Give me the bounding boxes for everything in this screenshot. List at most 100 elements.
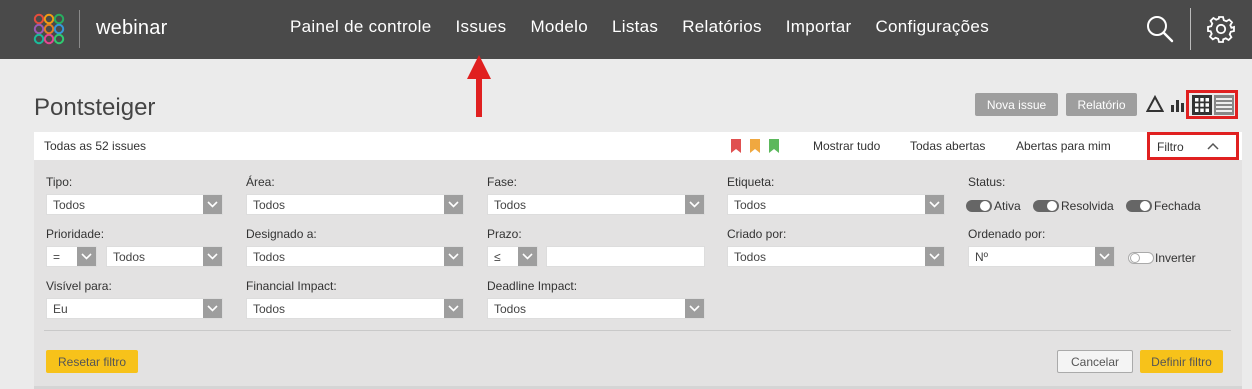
filter-header-bar: Todas as 52 issues Mostrar tudo Todas ab…	[34, 132, 1242, 160]
gear-icon[interactable]	[1206, 14, 1236, 44]
deadline-impact-select[interactable]: Todos	[487, 298, 705, 319]
new-issue-button[interactable]: Nova issue	[975, 93, 1058, 116]
financial-impact-select[interactable]: Todos	[246, 298, 464, 319]
grid-view-button[interactable]	[1192, 94, 1212, 115]
criado-value: Todos	[734, 250, 767, 264]
open-for-me-link[interactable]: Abertas para mim	[1016, 139, 1111, 153]
ordenado-select[interactable]: Nº	[968, 246, 1115, 267]
prazo-label: Prazo:	[487, 227, 522, 241]
area-value: Todos	[253, 198, 286, 212]
visivel-select[interactable]: Eu	[46, 298, 223, 319]
status-ativa-label: Ativa	[994, 199, 1021, 213]
etiqueta-select[interactable]: Todos	[727, 194, 945, 215]
visivel-label: Visível para:	[46, 279, 112, 293]
search-icon[interactable]	[1145, 14, 1175, 44]
tipo-select[interactable]: Todos	[46, 194, 223, 215]
annotation-arrow-icon	[467, 55, 491, 117]
chevron-down-icon	[77, 247, 96, 266]
chevron-down-icon	[1095, 247, 1114, 266]
orange-flag-icon[interactable]	[750, 139, 760, 153]
chevron-down-icon	[685, 299, 704, 318]
nav-configuracoes[interactable]: Configurações	[863, 17, 1001, 37]
status-fechada-label: Fechada	[1154, 199, 1201, 213]
prioridade-operator-value: =	[53, 250, 61, 264]
chevron-down-icon	[925, 247, 944, 266]
cancel-button[interactable]: Cancelar	[1057, 350, 1133, 373]
criado-label: Criado por:	[727, 227, 787, 241]
status-ativa-toggle[interactable]	[966, 200, 992, 212]
tipo-value: Todos	[53, 198, 86, 212]
green-flag-icon[interactable]	[769, 139, 779, 153]
ordenado-label: Ordenado por:	[968, 227, 1046, 241]
status-resolvida-label: Resolvida	[1061, 199, 1114, 213]
chevron-down-icon	[925, 195, 944, 214]
nav-issues[interactable]: Issues	[444, 17, 519, 37]
reset-filter-button[interactable]: Resetar filtro	[46, 350, 138, 373]
bar-chart-icon[interactable]	[1169, 95, 1185, 113]
filter-toggle-button[interactable]: Filtro	[1147, 132, 1239, 160]
grid-view-icon	[1195, 97, 1209, 112]
invert-toggle[interactable]	[1128, 252, 1154, 264]
list-view-icon	[1216, 97, 1232, 112]
chevron-down-icon	[444, 195, 463, 214]
logo-divider	[79, 10, 80, 48]
nav-painel-de-controle[interactable]: Painel de controle	[278, 17, 444, 37]
prioridade-label: Prioridade:	[46, 227, 105, 241]
report-button[interactable]: Relatório	[1066, 93, 1137, 116]
prioridade-select[interactable]: Todos	[106, 246, 223, 267]
panel-divider	[44, 330, 1231, 331]
filter-panel: Tipo: Todos Área: Todos Fase: Todos Etiq…	[34, 160, 1242, 389]
apply-filter-button[interactable]: Definir filtro	[1140, 350, 1223, 373]
chevron-up-icon	[1207, 142, 1219, 150]
prazo-date-input[interactable]	[546, 246, 705, 267]
warning-triangle-icon[interactable]	[1146, 95, 1164, 113]
page-title: Pontsteiger	[34, 94, 156, 121]
chevron-down-icon	[518, 247, 537, 266]
nav-modelo[interactable]: Modelo	[518, 17, 600, 37]
prioridade-value: Todos	[113, 250, 146, 264]
visivel-value: Eu	[53, 302, 68, 316]
fase-select[interactable]: Todos	[487, 194, 705, 215]
red-flag-icon[interactable]	[731, 139, 741, 153]
top-navigation-bar: webinar Painel de controle Issues Modelo…	[0, 0, 1252, 59]
etiqueta-value: Todos	[734, 198, 767, 212]
fase-value: Todos	[494, 198, 527, 212]
status-resolvida-toggle[interactable]	[1033, 200, 1059, 212]
deadline-impact-value: Todos	[494, 302, 527, 316]
financial-impact-label: Financial Impact:	[246, 279, 337, 293]
main-nav: Painel de controle Issues Modelo Listas …	[278, 17, 1001, 37]
area-label: Área:	[246, 175, 275, 189]
tipo-label: Tipo:	[46, 175, 73, 189]
app-logo-icon[interactable]	[32, 12, 66, 46]
ordenado-value: Nº	[975, 250, 989, 264]
all-open-link[interactable]: Todas abertas	[910, 139, 985, 153]
prazo-operator-select[interactable]: ≤	[487, 246, 538, 267]
show-all-link[interactable]: Mostrar tudo	[813, 139, 880, 153]
chevron-down-icon	[685, 195, 704, 214]
status-label: Status:	[968, 175, 1006, 189]
chevron-down-icon	[444, 299, 463, 318]
prioridade-operator-select[interactable]: =	[46, 246, 97, 267]
chevron-down-icon	[203, 247, 222, 266]
deadline-impact-label: Deadline Impact:	[487, 279, 578, 293]
chevron-down-icon	[203, 299, 222, 318]
nav-relatorios[interactable]: Relatórios	[670, 17, 774, 37]
chevron-down-icon	[444, 247, 463, 266]
toolbar-divider	[1190, 8, 1191, 50]
designado-label: Designado a:	[246, 227, 317, 241]
financial-impact-value: Todos	[253, 302, 286, 316]
nav-listas[interactable]: Listas	[600, 17, 670, 37]
issue-count: Todas as 52 issues	[44, 139, 147, 153]
etiqueta-label: Etiqueta:	[727, 175, 775, 189]
app-name: webinar	[96, 17, 168, 39]
view-toggle-group	[1186, 90, 1238, 119]
designado-select[interactable]: Todos	[246, 246, 464, 267]
area-select[interactable]: Todos	[246, 194, 464, 215]
prazo-operator-value: ≤	[494, 250, 501, 264]
status-fechada-toggle[interactable]	[1126, 200, 1152, 212]
designado-value: Todos	[253, 250, 286, 264]
filter-toggle-label: Filtro	[1157, 140, 1184, 154]
criado-select[interactable]: Todos	[727, 246, 945, 267]
nav-importar[interactable]: Importar	[774, 17, 864, 37]
list-view-button[interactable]	[1214, 94, 1234, 115]
